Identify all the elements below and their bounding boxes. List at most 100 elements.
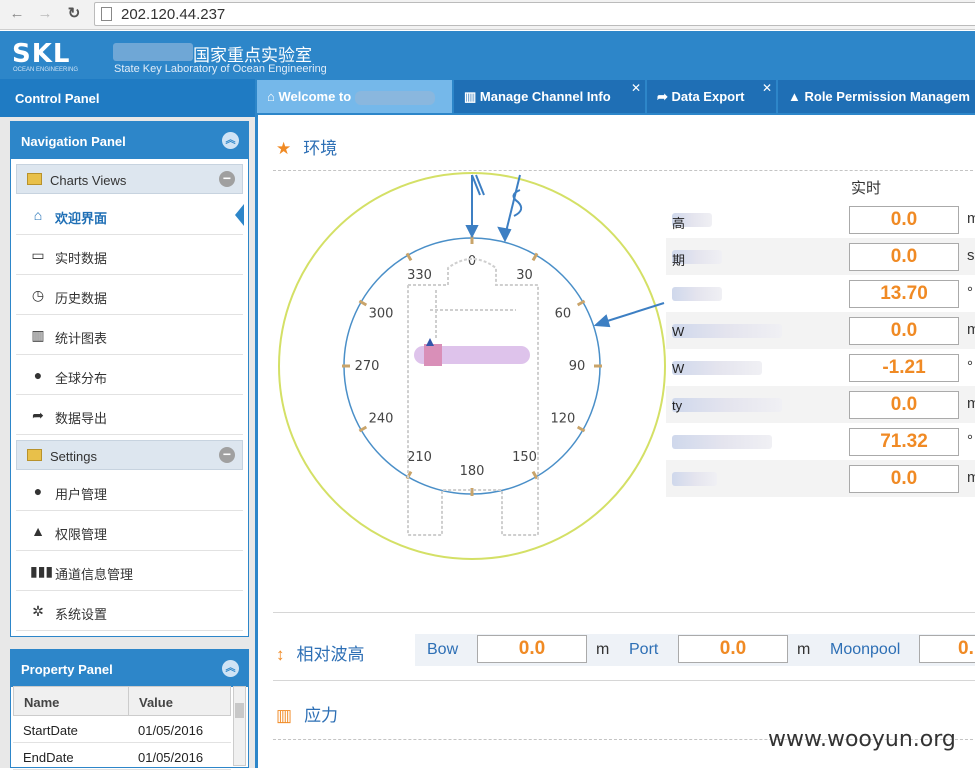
address-bar[interactable]: 202.120.44.237 [94, 2, 975, 26]
realtime-label: 实时 [851, 180, 882, 197]
reading-row: 期 0.0 s [666, 238, 975, 275]
nav-item-label: 权限管理 [55, 527, 108, 542]
column-divider [128, 687, 129, 716]
navigation-panel: Navigation Panel ︽ Charts Views − ⌂ 欢迎界面… [10, 121, 249, 637]
property-value[interactable]: 01/05/2016 [138, 723, 203, 738]
collapse-icon[interactable]: ︽ [222, 132, 239, 149]
tab-label: Welcome to [278, 89, 352, 104]
home-icon: ⌂ [33, 207, 43, 223]
reading-label: W [672, 361, 762, 376]
tab-data-export[interactable]: ➦ Data Export ✕ [647, 80, 776, 113]
wave-unit: m [596, 641, 610, 658]
inner-ring [343, 237, 601, 495]
tab-bar: ⌂ Welcome to ▥ Manage Channel Info ✕ ➦ D… [255, 79, 975, 115]
compass-gauge: 0 30 60 90 120 150 180 210 240 270 300 330 [278, 172, 666, 560]
share-icon: ➦ [32, 407, 44, 423]
wave-value: 0.0 [678, 635, 788, 663]
compass-label: 90 [569, 359, 586, 374]
reading-value: 13.70 [849, 280, 959, 308]
nav-item-label: 用户管理 [55, 487, 108, 502]
reading-value: 0.0 [849, 243, 959, 271]
bar-chart-icon: ▥ [31, 327, 45, 343]
nav-item-label: 通道信息管理 [55, 567, 134, 582]
collapse-icon[interactable]: ︽ [222, 660, 239, 677]
nav-item-label: 历史数据 [55, 291, 108, 306]
reading-row: 13.70 ° [666, 275, 975, 312]
group-settings[interactable]: Settings − [16, 440, 243, 470]
globe-icon: ● [33, 367, 43, 383]
property-name: StartDate [23, 723, 78, 738]
reading-value: 0.0 [849, 391, 959, 419]
reading-value: 0.0 [849, 317, 959, 345]
wave-label: Moonpool [830, 641, 901, 658]
nav-item-permissions[interactable]: ▲ 权限管理 [16, 511, 243, 551]
wave-value: 0.0 [477, 635, 587, 663]
compass-label: 210 [407, 450, 432, 465]
nav-item-history[interactable]: ◷ 历史数据 [16, 275, 243, 315]
reading-row: 71.32 ° [666, 423, 975, 460]
tab-manage-channel[interactable]: ▥ Manage Channel Info ✕ [454, 80, 645, 113]
compass-label: 330 [407, 268, 432, 283]
share-icon: ➦ [657, 89, 672, 104]
table-row[interactable]: EndDate 01/05/2016 [13, 743, 231, 770]
reading-row: W 0.0 m [666, 312, 975, 349]
star-icon: ★ [276, 139, 292, 158]
column-header: Name [24, 695, 60, 710]
main-content: ★ 环境 0 30 60 90 120 150 180 210 240 270 300 330 实时 高… [255, 115, 975, 768]
tab-role-permission[interactable]: ▲ Role Permission Managem [778, 80, 975, 113]
reading-value: -1.21 [849, 354, 959, 382]
reading-row: 0.0 m [666, 460, 975, 497]
property-value[interactable]: 01/05/2016 [138, 750, 203, 765]
group-charts-views[interactable]: Charts Views − [16, 164, 243, 194]
close-icon[interactable]: ✕ [631, 81, 641, 95]
environment-header: ★ 环境 [276, 134, 337, 159]
close-icon[interactable]: ✕ [762, 81, 772, 95]
laptop-icon: ▭ [31, 247, 45, 263]
compass-label: 150 [512, 450, 537, 465]
scroll-thumb[interactable] [235, 703, 244, 718]
back-icon[interactable]: ← [6, 4, 28, 24]
nav-item-label: 实时数据 [55, 251, 108, 266]
tab-label: Data Export [671, 89, 745, 104]
column-header: Value [139, 695, 173, 710]
property-panel-title: Property Panel ︽ [11, 650, 248, 687]
settings-folder-icon [27, 449, 42, 461]
nav-item-label: 系统设置 [55, 607, 108, 622]
nav-item-label: 全球分布 [55, 371, 108, 386]
reading-unit: s [967, 247, 975, 264]
reload-icon[interactable]: ↻ [63, 4, 85, 24]
wave-unit: m [797, 641, 811, 658]
reading-value: 0.0 [849, 465, 959, 493]
property-name: EndDate [23, 750, 74, 765]
reading-unit: ° [967, 432, 973, 449]
table-row[interactable]: StartDate 01/05/2016 [13, 716, 231, 743]
control-panel-title: Control Panel [0, 79, 255, 117]
nav-item-channels[interactable]: ▮▮▮ 通道信息管理 [16, 551, 243, 591]
browser-toolbar: ← → ↻ 202.120.44.237 [0, 0, 975, 30]
stress-header: ▥ 应力 [276, 701, 338, 726]
nav-item-export[interactable]: ➦ 数据导出 [16, 395, 243, 435]
wave-label: Bow [427, 641, 459, 658]
section-title: 环境 [303, 139, 338, 158]
vertical-arrows-icon: ↕ [276, 645, 285, 664]
nav-item-global[interactable]: ● 全球分布 [16, 355, 243, 395]
left-sidebar: Control Panel Navigation Panel ︽ Charts … [0, 79, 255, 770]
scrollbar[interactable] [233, 686, 246, 766]
wave-value: 0. [919, 635, 975, 663]
nav-item-realtime[interactable]: ▭ 实时数据 [16, 235, 243, 275]
barcode-icon: ▥ [464, 89, 480, 104]
nav-item-system[interactable]: ✲ 系统设置 [16, 591, 243, 631]
minus-icon[interactable]: − [219, 447, 235, 463]
nav-item-users[interactable]: ● 用户管理 [16, 471, 243, 511]
forward-icon[interactable]: → [34, 4, 56, 24]
nav-item-welcome[interactable]: ⌂ 欢迎界面 [16, 195, 244, 235]
page-icon [101, 7, 112, 21]
bar-chart-icon: ▥ [276, 706, 293, 725]
minus-icon[interactable]: − [219, 171, 235, 187]
nav-item-label: 欢迎界面 [55, 211, 108, 226]
nav-item-statistics[interactable]: ▥ 统计图表 [16, 315, 243, 355]
tab-welcome[interactable]: ⌂ Welcome to [257, 80, 452, 113]
reading-label [672, 435, 772, 449]
tab-label: Manage Channel Info [479, 89, 611, 104]
section-title: 应力 [304, 706, 339, 725]
